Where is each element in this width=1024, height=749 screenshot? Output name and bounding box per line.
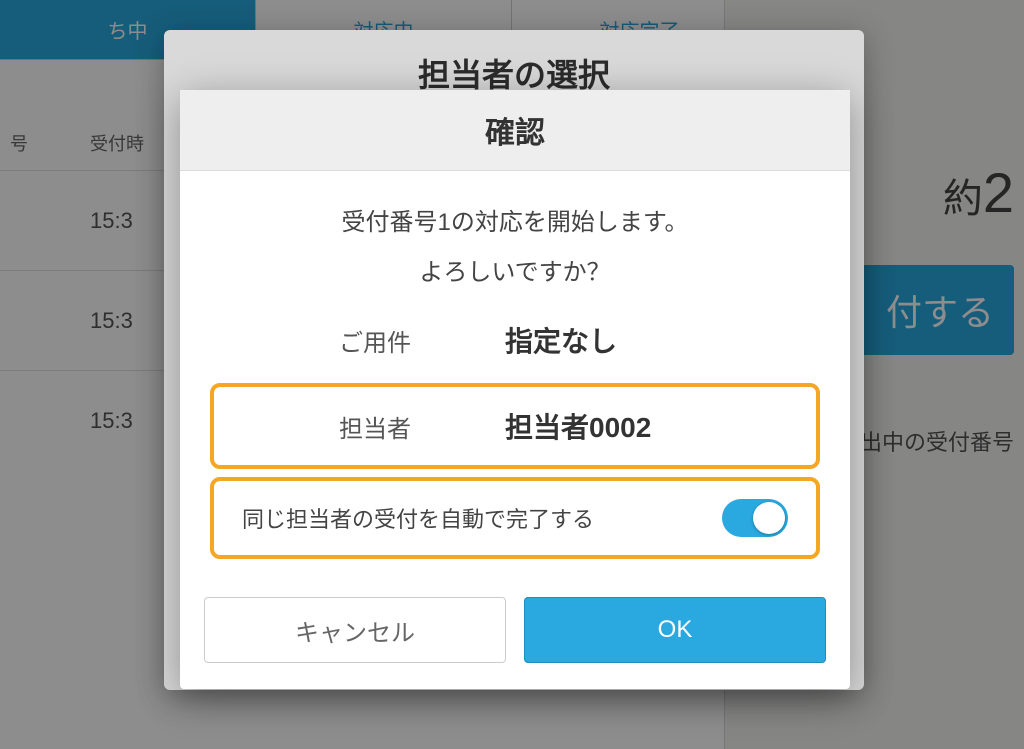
confirm-title: 確認	[180, 90, 850, 171]
ok-button[interactable]: OK	[524, 597, 826, 663]
business-row: ご用件 指定なし	[210, 305, 820, 375]
confirm-footer: キャンセル OK	[180, 577, 850, 689]
confirm-body: 受付番号1の対応を開始します。 よろしいですか？ ご用件 指定なし 担当者 担当…	[180, 171, 850, 577]
confirm-message-line2: よろしいですか？	[210, 255, 820, 291]
assignee-label: 担当者	[305, 409, 445, 444]
auto-complete-highlight: 同じ担当者の受付を自動で完了する	[210, 477, 820, 559]
toggle-knob	[753, 502, 785, 534]
confirm-message: 受付番号1の対応を開始します。 よろしいですか？	[210, 205, 820, 291]
business-label: ご用件	[305, 323, 445, 358]
assignee-highlight: 担当者 担当者0002	[210, 383, 820, 469]
auto-complete-label: 同じ担当者の受付を自動で完了する	[242, 502, 594, 534]
assignee-row: 担当者 担当者0002	[224, 391, 806, 461]
auto-complete-toggle[interactable]	[722, 499, 788, 537]
business-value: 指定なし	[505, 320, 725, 360]
cancel-button[interactable]: キャンセル	[204, 597, 506, 663]
confirm-message-line1: 受付番号1の対応を開始します。	[210, 205, 820, 241]
auto-complete-row: 同じ担当者の受付を自動で完了する	[224, 485, 806, 551]
assignee-value: 担当者0002	[505, 406, 725, 446]
confirm-modal: 確認 受付番号1の対応を開始します。 よろしいですか？ ご用件 指定なし 担当者…	[180, 90, 850, 689]
